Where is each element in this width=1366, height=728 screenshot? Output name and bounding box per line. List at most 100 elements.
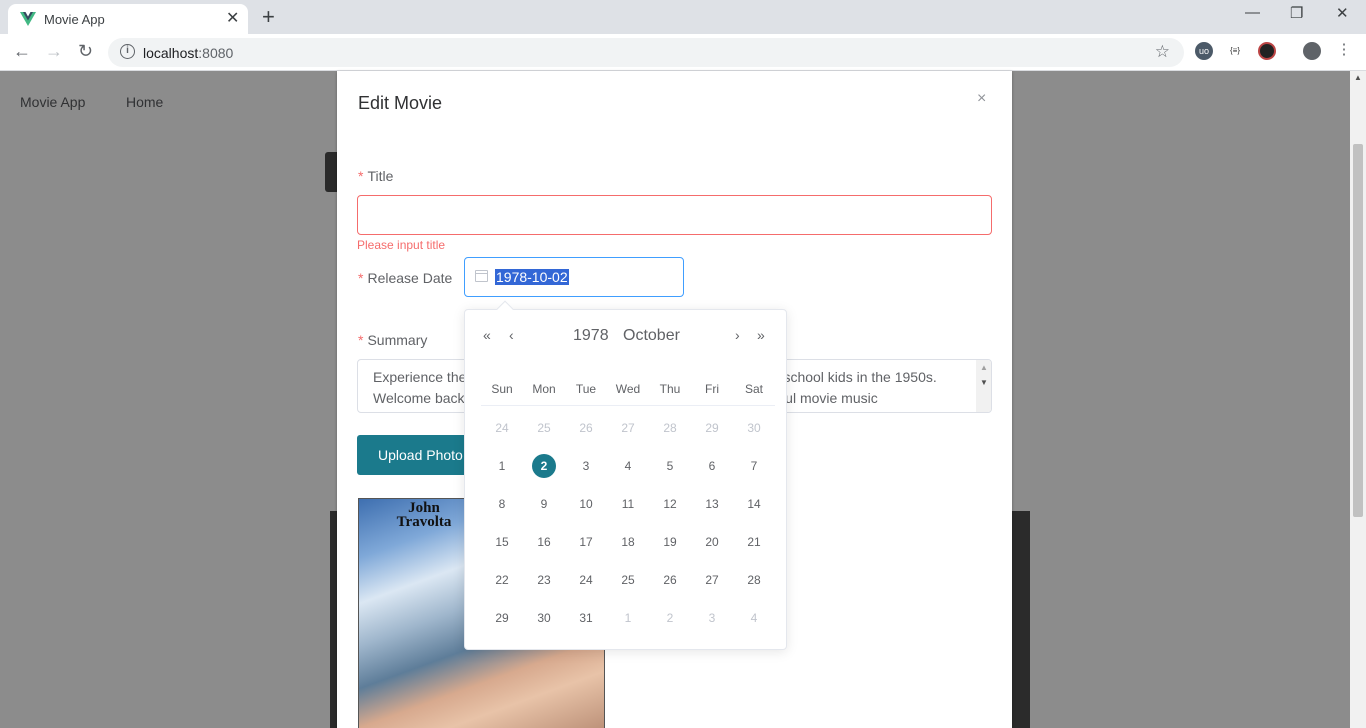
calendar-day[interactable]: 5	[649, 459, 691, 473]
calendar-day[interactable]: 8	[481, 497, 523, 511]
calendar-day-prev-month[interactable]: 29	[691, 421, 733, 435]
calendar-day[interactable]: 20	[691, 535, 733, 549]
picker-year[interactable]: 1978	[573, 327, 609, 345]
calendar-day-prev-month[interactable]: 24	[481, 421, 523, 435]
weekday-sun: Sun	[491, 381, 513, 396]
picker-month[interactable]: October	[623, 327, 680, 345]
calendar-day-prev-month[interactable]: 26	[565, 421, 607, 435]
reload-button[interactable]: ↻	[78, 41, 93, 62]
extension-icon[interactable]	[1258, 42, 1276, 60]
calendar-day[interactable]: 10	[565, 497, 607, 511]
json-extension-icon[interactable]: {≡}	[1226, 42, 1244, 60]
weekday-sat: Sat	[744, 381, 763, 396]
window-close-button[interactable]: ✕	[1336, 4, 1349, 22]
minimize-button[interactable]: —	[1245, 4, 1260, 21]
calendar-week: 22 23 24 25 26 27 28	[481, 561, 775, 599]
calendar-day[interactable]: 14	[733, 497, 775, 511]
summary-label-text: Summary	[367, 332, 428, 348]
calendar-day-prev-month[interactable]: 25	[523, 421, 565, 435]
browser-tab-bar: Movie App ✕ + — ❐ ✕	[0, 0, 1366, 34]
calendar-day[interactable]: 21	[733, 535, 775, 549]
prev-month-button[interactable]: ‹	[509, 327, 514, 343]
calendar-day[interactable]: 16	[523, 535, 565, 549]
ublock-extension-icon[interactable]: uo	[1195, 42, 1213, 60]
calendar-day[interactable]: 28	[733, 573, 775, 587]
scroll-up-icon[interactable]: ▲	[980, 363, 988, 372]
calendar-day-next-month[interactable]: 1	[607, 611, 649, 625]
prev-year-button[interactable]: «	[483, 327, 491, 343]
calendar-day[interactable]: 1	[481, 459, 523, 473]
scroll-down-icon[interactable]: ▼	[980, 378, 988, 387]
restore-button[interactable]: ❐	[1290, 4, 1303, 22]
calendar-day[interactable]: 31	[565, 611, 607, 625]
title-error-message: Please input title	[357, 238, 446, 252]
title-label-text: Title	[367, 168, 394, 184]
menu-kebab-icon[interactable]: ⋮	[1335, 42, 1353, 60]
calendar-day[interactable]: 9	[523, 497, 565, 511]
browser-tab[interactable]: Movie App ✕	[8, 4, 248, 34]
summary-scrollbar[interactable]: ▲ ▼	[976, 360, 991, 412]
forward-button[interactable]: →	[45, 41, 63, 62]
required-mark: *	[358, 168, 364, 184]
weekday-fri: Fri	[705, 381, 719, 396]
calendar-day[interactable]: 23	[523, 573, 565, 587]
calendar-day[interactable]: 4	[607, 459, 649, 473]
calendar-day[interactable]: 15	[481, 535, 523, 549]
new-tab-button[interactable]: +	[262, 4, 275, 30]
back-button[interactable]: ←	[13, 41, 31, 62]
calendar-week: 8 9 10 11 12 13 14	[481, 485, 775, 523]
next-year-button[interactable]: »	[757, 327, 765, 343]
calendar-day-next-month[interactable]: 2	[649, 611, 691, 625]
calendar-day[interactable]: 30	[523, 611, 565, 625]
calendar-day[interactable]: 7	[733, 459, 775, 473]
next-month-button[interactable]: ›	[735, 327, 740, 343]
tab-close-icon[interactable]: ✕	[226, 8, 239, 28]
calendar-day[interactable]: 18	[607, 535, 649, 549]
summary-label: * Summary	[358, 332, 427, 348]
calendar-day-next-month[interactable]: 4	[733, 611, 775, 625]
title-input[interactable]	[357, 195, 992, 235]
release-date-label: * Release Date	[358, 270, 452, 286]
calendar-day-prev-month[interactable]: 30	[733, 421, 775, 435]
calendar-day[interactable]: 26	[649, 573, 691, 587]
calendar-day-prev-month[interactable]: 28	[649, 421, 691, 435]
weekday-mon: Mon	[532, 381, 556, 396]
calendar-day-prev-month[interactable]: 27	[607, 421, 649, 435]
calendar-day[interactable]: 11	[607, 497, 649, 511]
calendar-day[interactable]: 27	[691, 573, 733, 587]
profile-avatar-icon[interactable]	[1303, 42, 1321, 60]
calendar-day-selected[interactable]: 2	[523, 454, 565, 478]
release-date-input[interactable]: 1978-10-02	[464, 257, 684, 297]
nav-home-link[interactable]: Home	[126, 94, 163, 110]
date-picker-panel: « ‹ 1978 October › » Sun Mon Tue Wed Thu…	[464, 300, 787, 650]
address-bar[interactable]: i localhost:8080 ☆	[108, 38, 1184, 67]
url-host: localhost	[143, 45, 199, 61]
nav-brand[interactable]: Movie App	[20, 94, 85, 110]
vue-logo-icon	[20, 12, 36, 26]
calendar-day[interactable]: 17	[565, 535, 607, 549]
page-scrollbar[interactable]: ▲	[1350, 71, 1366, 728]
calendar-day[interactable]: 24	[565, 573, 607, 587]
calendar-day[interactable]: 19	[649, 535, 691, 549]
browser-toolbar: ← → ↻ i localhost:8080 ☆	[0, 34, 1366, 71]
tab-title: Movie App	[44, 12, 105, 27]
calendar-day[interactable]: 3	[565, 459, 607, 473]
scroll-up-icon[interactable]: ▲	[1354, 73, 1362, 82]
url-text: localhost:8080	[143, 45, 233, 61]
title-label: * Title	[358, 168, 393, 184]
scrollbar-thumb[interactable]	[1353, 144, 1363, 517]
weekday-header: Sun Mon Tue Wed Thu Fri Sat	[481, 372, 775, 406]
dialog-title: Edit Movie	[358, 93, 443, 113]
calendar-day[interactable]: 13	[691, 497, 733, 511]
calendar-day[interactable]: 29	[481, 611, 523, 625]
calendar-icon	[475, 270, 488, 282]
bookmark-star-icon[interactable]: ☆	[1155, 42, 1170, 62]
calendar-week: 15 16 17 18 19 20 21	[481, 523, 775, 561]
calendar-day[interactable]: 12	[649, 497, 691, 511]
dialog-close-icon[interactable]: ×	[977, 90, 986, 108]
calendar-day[interactable]: 22	[481, 573, 523, 587]
info-icon[interactable]: i	[120, 44, 135, 59]
calendar-day[interactable]: 25	[607, 573, 649, 587]
calendar-day-next-month[interactable]: 3	[691, 611, 733, 625]
calendar-day[interactable]: 6	[691, 459, 733, 473]
